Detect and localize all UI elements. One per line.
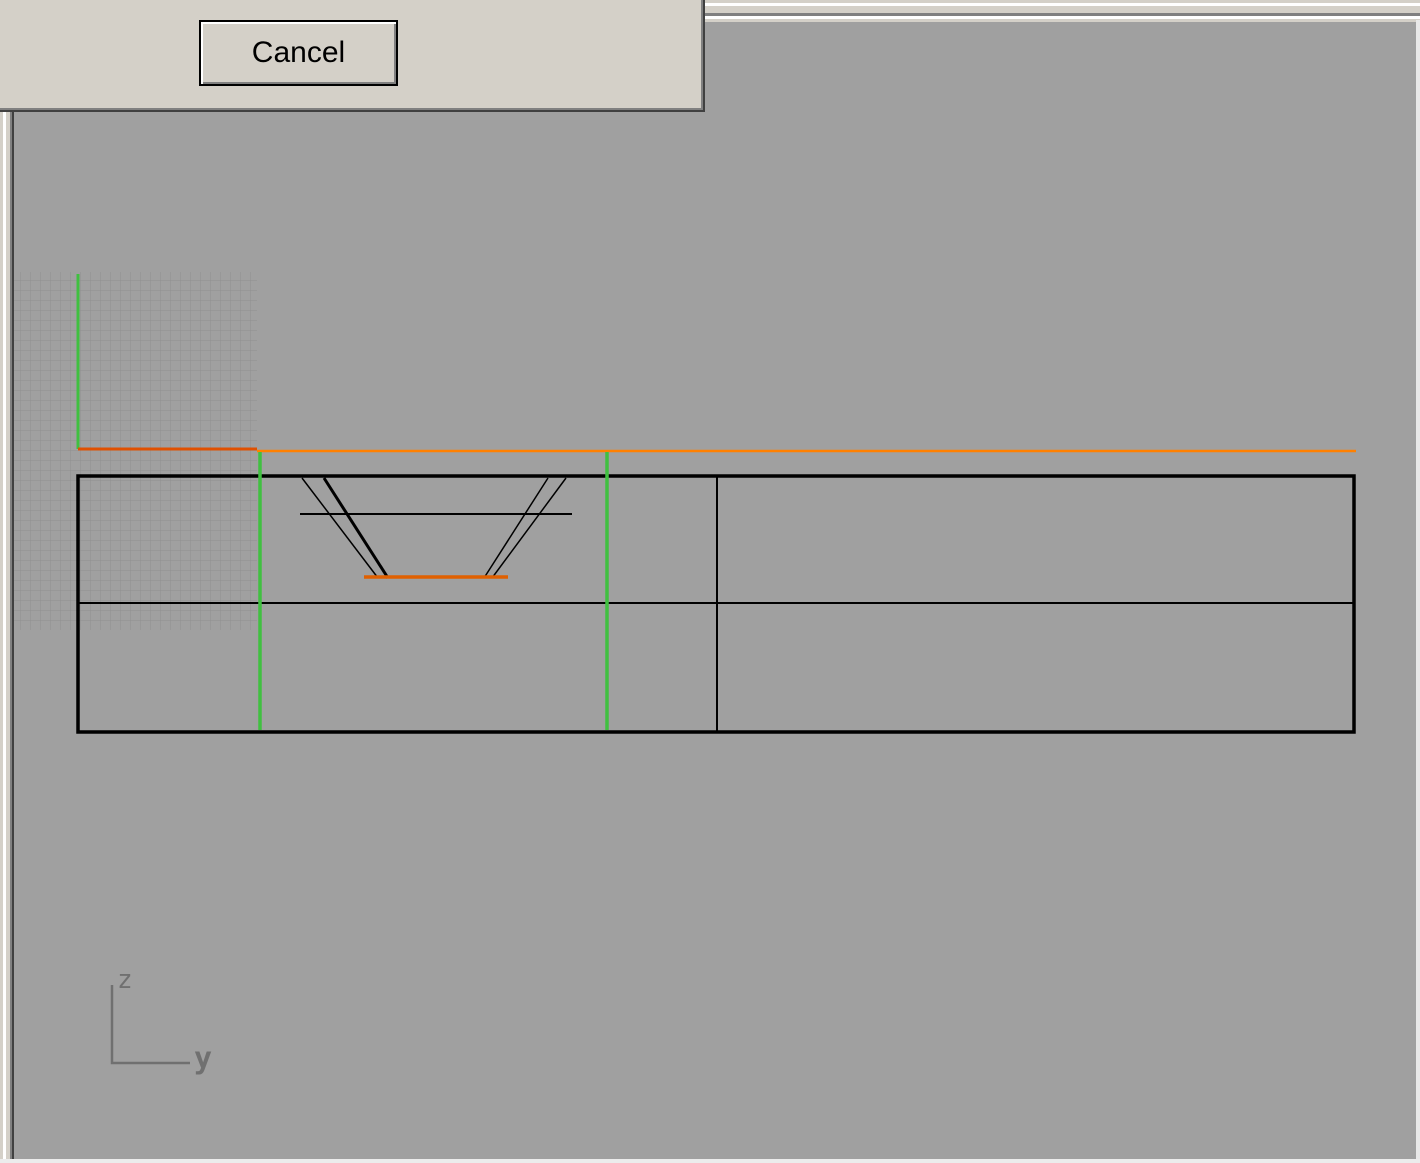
- construction-grid: [14, 272, 257, 630]
- trapezoid-profile[interactable]: [300, 477, 572, 579]
- axis-label-z: z: [117, 965, 133, 995]
- axis-widget: z y: [110, 965, 212, 1076]
- command-dialog: Cancel: [0, 0, 705, 112]
- app-window: z y Cancel: [0, 0, 1420, 1163]
- cancel-button[interactable]: Cancel: [199, 20, 398, 86]
- axis-label-y: y: [194, 1041, 212, 1076]
- right-view-viewport[interactable]: z y: [0, 0, 1420, 1163]
